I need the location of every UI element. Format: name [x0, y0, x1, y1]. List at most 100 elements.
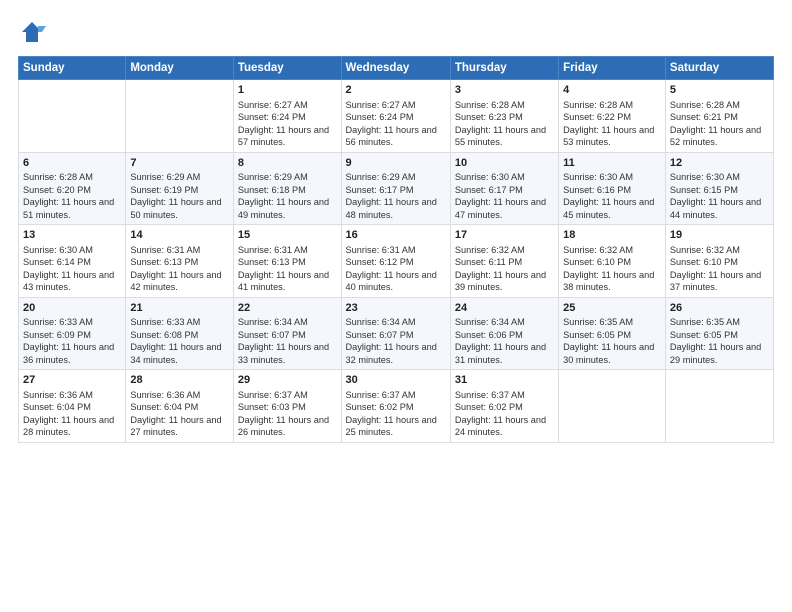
calendar-cell: 16Sunrise: 6:31 AM Sunset: 6:12 PM Dayli… — [341, 225, 450, 298]
day-info: Sunrise: 6:32 AM Sunset: 6:11 PM Dayligh… — [455, 244, 554, 294]
day-number: 30 — [346, 373, 446, 388]
calendar-cell: 26Sunrise: 6:35 AM Sunset: 6:05 PM Dayli… — [665, 297, 773, 370]
day-number: 15 — [238, 228, 337, 243]
calendar-cell: 31Sunrise: 6:37 AM Sunset: 6:02 PM Dayli… — [450, 370, 558, 443]
weekday-header: Tuesday — [233, 57, 341, 80]
calendar-cell: 3Sunrise: 6:28 AM Sunset: 6:23 PM Daylig… — [450, 80, 558, 153]
day-info: Sunrise: 6:28 AM Sunset: 6:20 PM Dayligh… — [23, 171, 121, 221]
calendar-cell: 2Sunrise: 6:27 AM Sunset: 6:24 PM Daylig… — [341, 80, 450, 153]
day-info: Sunrise: 6:27 AM Sunset: 6:24 PM Dayligh… — [346, 99, 446, 149]
calendar-cell: 25Sunrise: 6:35 AM Sunset: 6:05 PM Dayli… — [559, 297, 666, 370]
day-info: Sunrise: 6:31 AM Sunset: 6:12 PM Dayligh… — [346, 244, 446, 294]
day-number: 20 — [23, 301, 121, 316]
day-number: 23 — [346, 301, 446, 316]
day-number: 13 — [23, 228, 121, 243]
day-number: 9 — [346, 156, 446, 171]
weekday-header: Saturday — [665, 57, 773, 80]
calendar-cell: 22Sunrise: 6:34 AM Sunset: 6:07 PM Dayli… — [233, 297, 341, 370]
day-number: 3 — [455, 83, 554, 98]
logo — [18, 18, 48, 46]
day-info: Sunrise: 6:35 AM Sunset: 6:05 PM Dayligh… — [563, 316, 661, 366]
calendar-cell: 1Sunrise: 6:27 AM Sunset: 6:24 PM Daylig… — [233, 80, 341, 153]
calendar-cell: 5Sunrise: 6:28 AM Sunset: 6:21 PM Daylig… — [665, 80, 773, 153]
day-info: Sunrise: 6:34 AM Sunset: 6:07 PM Dayligh… — [238, 316, 337, 366]
day-info: Sunrise: 6:28 AM Sunset: 6:21 PM Dayligh… — [670, 99, 769, 149]
header — [18, 18, 774, 46]
calendar-cell: 30Sunrise: 6:37 AM Sunset: 6:02 PM Dayli… — [341, 370, 450, 443]
day-number: 1 — [238, 83, 337, 98]
day-number: 24 — [455, 301, 554, 316]
calendar-cell: 10Sunrise: 6:30 AM Sunset: 6:17 PM Dayli… — [450, 152, 558, 225]
day-number: 19 — [670, 228, 769, 243]
calendar-week-row: 6Sunrise: 6:28 AM Sunset: 6:20 PM Daylig… — [19, 152, 774, 225]
day-info: Sunrise: 6:36 AM Sunset: 6:04 PM Dayligh… — [130, 389, 229, 439]
day-info: Sunrise: 6:36 AM Sunset: 6:04 PM Dayligh… — [23, 389, 121, 439]
day-info: Sunrise: 6:35 AM Sunset: 6:05 PM Dayligh… — [670, 316, 769, 366]
calendar-cell — [19, 80, 126, 153]
day-number: 8 — [238, 156, 337, 171]
calendar-cell: 12Sunrise: 6:30 AM Sunset: 6:15 PM Dayli… — [665, 152, 773, 225]
day-number: 7 — [130, 156, 229, 171]
day-info: Sunrise: 6:28 AM Sunset: 6:23 PM Dayligh… — [455, 99, 554, 149]
day-number: 14 — [130, 228, 229, 243]
day-info: Sunrise: 6:37 AM Sunset: 6:02 PM Dayligh… — [455, 389, 554, 439]
day-number: 28 — [130, 373, 229, 388]
logo-icon — [18, 18, 46, 46]
calendar-cell: 13Sunrise: 6:30 AM Sunset: 6:14 PM Dayli… — [19, 225, 126, 298]
day-info: Sunrise: 6:28 AM Sunset: 6:22 PM Dayligh… — [563, 99, 661, 149]
day-info: Sunrise: 6:34 AM Sunset: 6:06 PM Dayligh… — [455, 316, 554, 366]
day-number: 5 — [670, 83, 769, 98]
day-info: Sunrise: 6:27 AM Sunset: 6:24 PM Dayligh… — [238, 99, 337, 149]
day-info: Sunrise: 6:33 AM Sunset: 6:09 PM Dayligh… — [23, 316, 121, 366]
calendar-cell — [559, 370, 666, 443]
weekday-header: Sunday — [19, 57, 126, 80]
day-info: Sunrise: 6:31 AM Sunset: 6:13 PM Dayligh… — [238, 244, 337, 294]
calendar-cell: 28Sunrise: 6:36 AM Sunset: 6:04 PM Dayli… — [126, 370, 234, 443]
calendar-cell: 29Sunrise: 6:37 AM Sunset: 6:03 PM Dayli… — [233, 370, 341, 443]
calendar-cell: 8Sunrise: 6:29 AM Sunset: 6:18 PM Daylig… — [233, 152, 341, 225]
day-number: 31 — [455, 373, 554, 388]
calendar-week-row: 1Sunrise: 6:27 AM Sunset: 6:24 PM Daylig… — [19, 80, 774, 153]
day-number: 4 — [563, 83, 661, 98]
calendar-header-row: SundayMondayTuesdayWednesdayThursdayFrid… — [19, 57, 774, 80]
calendar-cell: 21Sunrise: 6:33 AM Sunset: 6:08 PM Dayli… — [126, 297, 234, 370]
day-info: Sunrise: 6:29 AM Sunset: 6:18 PM Dayligh… — [238, 171, 337, 221]
day-info: Sunrise: 6:30 AM Sunset: 6:17 PM Dayligh… — [455, 171, 554, 221]
weekday-header: Thursday — [450, 57, 558, 80]
day-info: Sunrise: 6:29 AM Sunset: 6:17 PM Dayligh… — [346, 171, 446, 221]
calendar-cell: 14Sunrise: 6:31 AM Sunset: 6:13 PM Dayli… — [126, 225, 234, 298]
day-number: 6 — [23, 156, 121, 171]
calendar-cell: 18Sunrise: 6:32 AM Sunset: 6:10 PM Dayli… — [559, 225, 666, 298]
day-info: Sunrise: 6:32 AM Sunset: 6:10 PM Dayligh… — [670, 244, 769, 294]
day-number: 29 — [238, 373, 337, 388]
calendar-cell: 27Sunrise: 6:36 AM Sunset: 6:04 PM Dayli… — [19, 370, 126, 443]
calendar-table: SundayMondayTuesdayWednesdayThursdayFrid… — [18, 56, 774, 443]
day-number: 18 — [563, 228, 661, 243]
day-number: 25 — [563, 301, 661, 316]
calendar-week-row: 20Sunrise: 6:33 AM Sunset: 6:09 PM Dayli… — [19, 297, 774, 370]
day-number: 11 — [563, 156, 661, 171]
day-info: Sunrise: 6:31 AM Sunset: 6:13 PM Dayligh… — [130, 244, 229, 294]
weekday-header: Wednesday — [341, 57, 450, 80]
day-number: 22 — [238, 301, 337, 316]
calendar-cell: 9Sunrise: 6:29 AM Sunset: 6:17 PM Daylig… — [341, 152, 450, 225]
day-info: Sunrise: 6:37 AM Sunset: 6:02 PM Dayligh… — [346, 389, 446, 439]
day-info: Sunrise: 6:30 AM Sunset: 6:15 PM Dayligh… — [670, 171, 769, 221]
calendar-cell: 23Sunrise: 6:34 AM Sunset: 6:07 PM Dayli… — [341, 297, 450, 370]
day-info: Sunrise: 6:37 AM Sunset: 6:03 PM Dayligh… — [238, 389, 337, 439]
day-info: Sunrise: 6:33 AM Sunset: 6:08 PM Dayligh… — [130, 316, 229, 366]
day-number: 27 — [23, 373, 121, 388]
day-number: 10 — [455, 156, 554, 171]
calendar-cell: 19Sunrise: 6:32 AM Sunset: 6:10 PM Dayli… — [665, 225, 773, 298]
calendar-cell: 24Sunrise: 6:34 AM Sunset: 6:06 PM Dayli… — [450, 297, 558, 370]
calendar-cell — [126, 80, 234, 153]
weekday-header: Friday — [559, 57, 666, 80]
day-info: Sunrise: 6:34 AM Sunset: 6:07 PM Dayligh… — [346, 316, 446, 366]
day-number: 26 — [670, 301, 769, 316]
calendar-cell: 4Sunrise: 6:28 AM Sunset: 6:22 PM Daylig… — [559, 80, 666, 153]
day-number: 17 — [455, 228, 554, 243]
calendar-week-row: 27Sunrise: 6:36 AM Sunset: 6:04 PM Dayli… — [19, 370, 774, 443]
calendar-cell: 6Sunrise: 6:28 AM Sunset: 6:20 PM Daylig… — [19, 152, 126, 225]
day-number: 21 — [130, 301, 229, 316]
page: SundayMondayTuesdayWednesdayThursdayFrid… — [0, 0, 792, 612]
